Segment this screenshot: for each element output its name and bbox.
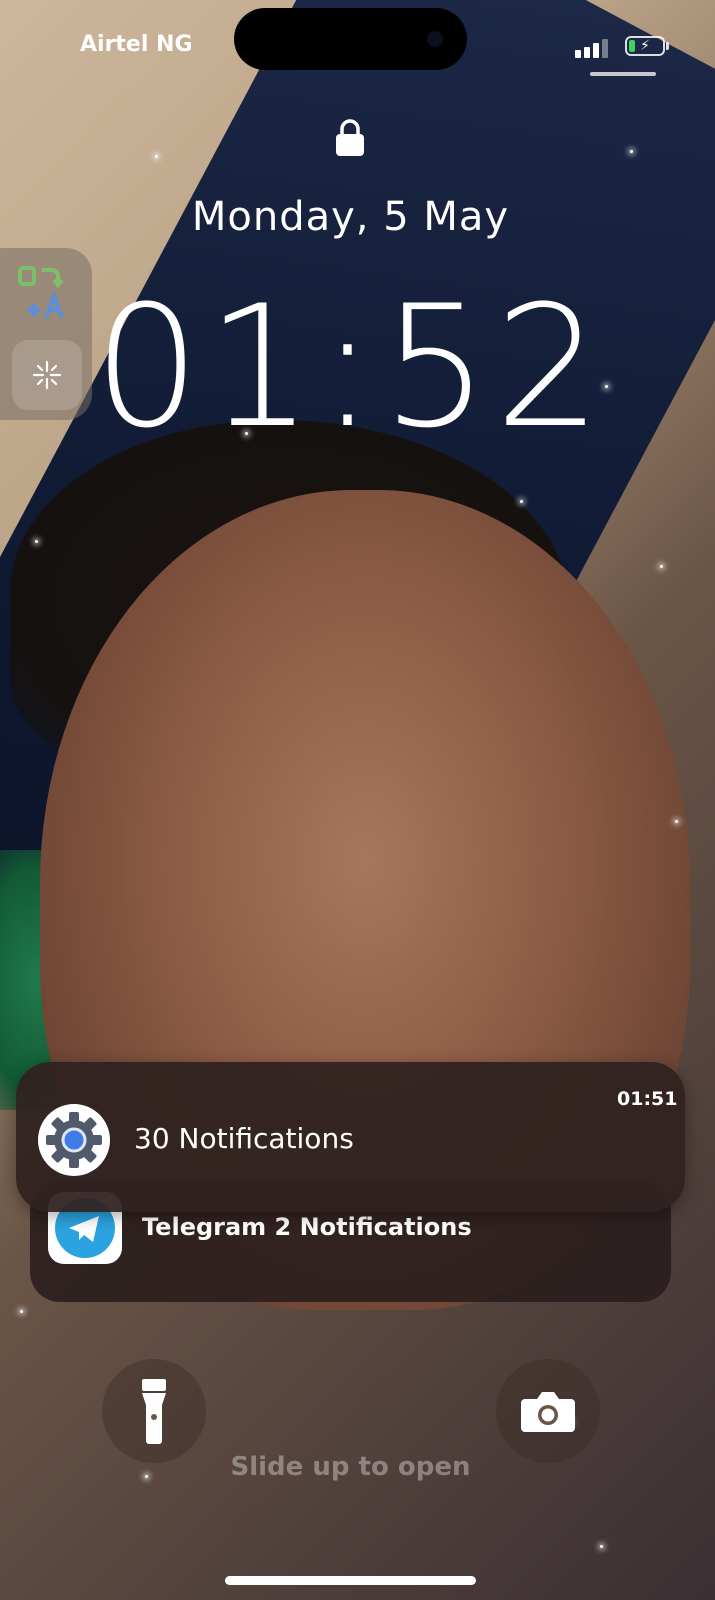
notification-group-title: 30 Notifications [134,1122,354,1155]
carrier-name: Airtel NG [80,32,193,57]
battery-icon: ⚡ [625,36,665,56]
signal-strength-icon [575,38,609,58]
focus-widget-button[interactable] [12,340,82,410]
sparkle [600,1545,603,1548]
focus-sparkle-icon [32,360,62,390]
lock-screen-date: Monday, 5 May [191,194,510,240]
flashlight-button[interactable] [102,1359,206,1463]
sparkle [630,150,633,153]
control-center-grabber[interactable] [590,72,656,76]
camera-icon [521,1392,575,1432]
lock-screen-time: 01:52 [93,269,608,465]
sparkle [675,820,678,823]
charging-bolt-icon: ⚡ [640,38,650,54]
sparkle [20,1310,23,1313]
dynamic-island [234,8,467,70]
sparkle [660,565,663,568]
sparkle [35,540,38,543]
lock-icon [336,119,364,156]
notification-time: 01:51 [617,1088,678,1110]
camera-button[interactable] [496,1359,600,1463]
slide-up-hint: Slide up to open [230,1452,471,1482]
battery-terminal [666,42,669,50]
camera-lens-dot [427,31,443,47]
sparkle [155,155,158,158]
telegram-notification-title: Telegram 2 Notifications [142,1213,472,1241]
flashlight-icon [142,1379,166,1444]
settings-gear-icon [38,1104,110,1176]
sparkle [520,500,523,503]
translate-icon[interactable] [14,258,80,328]
home-indicator[interactable] [225,1576,476,1585]
